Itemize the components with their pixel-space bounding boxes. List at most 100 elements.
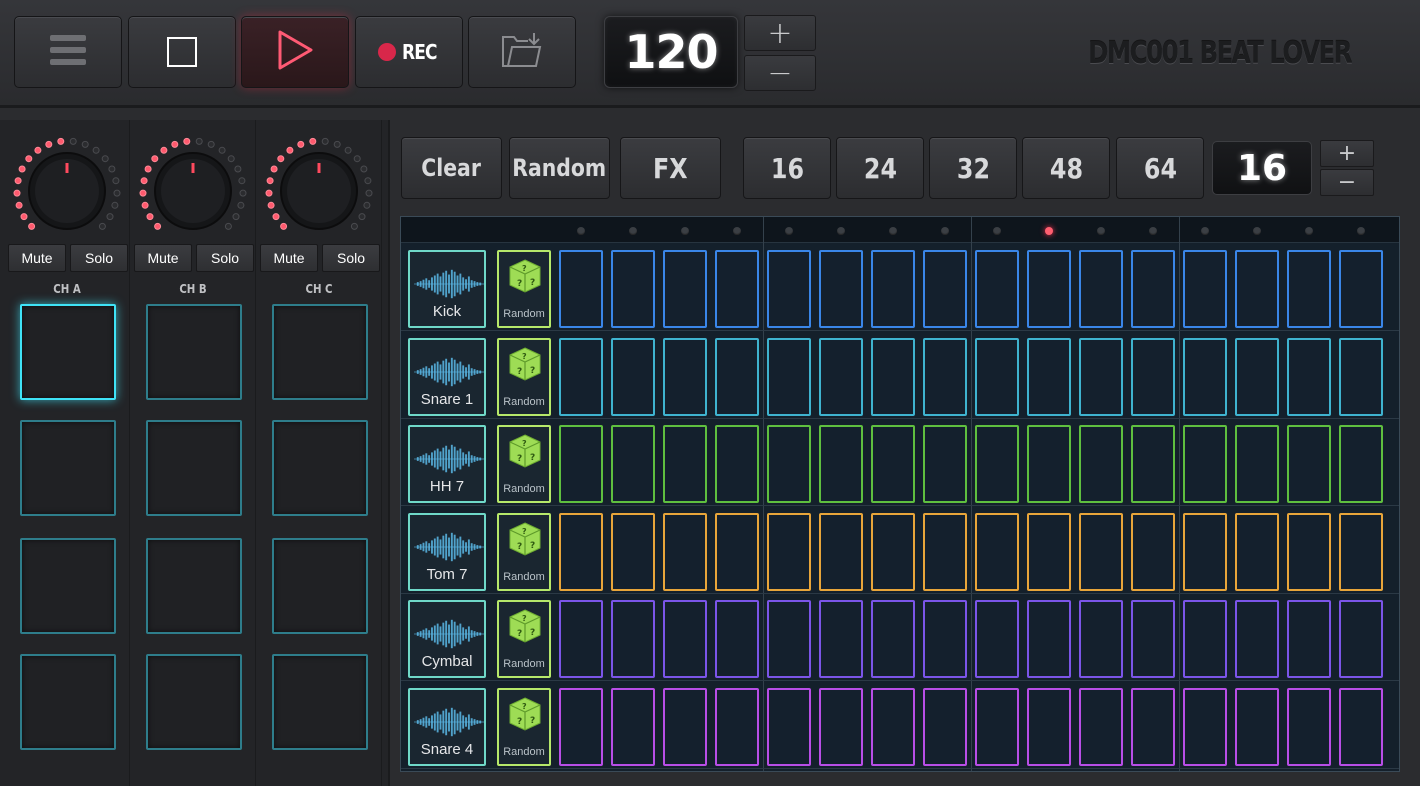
- sound-select-button[interactable]: Tom 7: [408, 512, 486, 591]
- step-cell[interactable]: [1131, 512, 1175, 591]
- step-cell[interactable]: [559, 337, 603, 416]
- mute-button[interactable]: Mute: [134, 244, 192, 272]
- play-button[interactable]: [241, 16, 349, 88]
- sound-select-button[interactable]: Snare 4: [408, 687, 486, 766]
- solo-button[interactable]: Solo: [322, 244, 380, 272]
- menu-button[interactable]: [14, 16, 122, 88]
- step-cell[interactable]: [767, 425, 811, 503]
- step-cell[interactable]: [1183, 512, 1227, 591]
- step-length-48-button[interactable]: 48: [1022, 137, 1110, 199]
- step-cell[interactable]: [923, 600, 967, 678]
- step-cell[interactable]: [1027, 337, 1071, 416]
- step-cell[interactable]: [975, 512, 1019, 591]
- step-cell[interactable]: [819, 337, 863, 416]
- step-cell[interactable]: [767, 337, 811, 416]
- step-length-32-button[interactable]: 32: [929, 137, 1017, 199]
- step-cell[interactable]: [715, 425, 759, 503]
- step-cell[interactable]: [975, 337, 1019, 416]
- drum-pad[interactable]: [20, 654, 116, 750]
- step-cell[interactable]: [1235, 250, 1279, 328]
- step-cell[interactable]: [1287, 600, 1331, 678]
- step-cell[interactable]: [1131, 337, 1175, 416]
- step-cell[interactable]: [663, 687, 707, 766]
- step-cell[interactable]: [871, 687, 915, 766]
- step-cell[interactable]: [715, 337, 759, 416]
- step-cell[interactable]: [923, 512, 967, 591]
- open-folder-button[interactable]: [468, 16, 576, 88]
- solo-button[interactable]: Solo: [70, 244, 128, 272]
- steps-decrease-button[interactable]: −: [1320, 169, 1374, 196]
- step-cell[interactable]: [871, 250, 915, 328]
- step-cell[interactable]: [819, 600, 863, 678]
- step-cell[interactable]: [1131, 425, 1175, 503]
- step-cell[interactable]: [559, 425, 603, 503]
- step-cell[interactable]: [1235, 337, 1279, 416]
- volume-knob[interactable]: [12, 136, 122, 246]
- random-all-button[interactable]: Random: [509, 137, 610, 199]
- step-cell[interactable]: [1235, 687, 1279, 766]
- volume-knob[interactable]: [264, 136, 374, 246]
- step-cell[interactable]: [871, 425, 915, 503]
- step-cell[interactable]: [1131, 600, 1175, 678]
- step-cell[interactable]: [663, 337, 707, 416]
- clear-button[interactable]: Clear: [401, 137, 502, 199]
- step-cell[interactable]: [1079, 512, 1123, 591]
- step-cell[interactable]: [1079, 337, 1123, 416]
- step-cell[interactable]: [1183, 250, 1227, 328]
- step-cell[interactable]: [611, 687, 655, 766]
- step-cell[interactable]: [1183, 425, 1227, 503]
- step-cell[interactable]: [819, 512, 863, 591]
- drum-pad[interactable]: [272, 304, 368, 400]
- track-random-button[interactable]: ? ? ? Random: [497, 425, 551, 503]
- step-cell[interactable]: [923, 337, 967, 416]
- step-cell[interactable]: [871, 337, 915, 416]
- fx-button[interactable]: FX: [620, 137, 721, 199]
- step-cell[interactable]: [767, 250, 811, 328]
- step-cell[interactable]: [1287, 512, 1331, 591]
- step-cell[interactable]: [923, 687, 967, 766]
- step-length-16-button[interactable]: 16: [743, 137, 831, 199]
- step-cell[interactable]: [1339, 512, 1383, 591]
- step-cell[interactable]: [715, 600, 759, 678]
- step-cell[interactable]: [1027, 250, 1071, 328]
- step-cell[interactable]: [1287, 425, 1331, 503]
- step-cell[interactable]: [1079, 600, 1123, 678]
- step-cell[interactable]: [715, 687, 759, 766]
- step-cell[interactable]: [1079, 250, 1123, 328]
- drum-pad[interactable]: [146, 304, 242, 400]
- step-cell[interactable]: [611, 250, 655, 328]
- stop-button[interactable]: [128, 16, 236, 88]
- record-button[interactable]: REC: [355, 16, 463, 88]
- track-random-button[interactable]: ? ? ? Random: [497, 512, 551, 591]
- step-cell[interactable]: [1287, 337, 1331, 416]
- step-cell[interactable]: [559, 600, 603, 678]
- sound-select-button[interactable]: HH 7: [408, 425, 486, 503]
- step-cell[interactable]: [975, 600, 1019, 678]
- step-cell[interactable]: [1183, 687, 1227, 766]
- step-cell[interactable]: [1183, 337, 1227, 416]
- step-cell[interactable]: [767, 600, 811, 678]
- step-cell[interactable]: [767, 687, 811, 766]
- step-cell[interactable]: [663, 250, 707, 328]
- step-cell[interactable]: [975, 687, 1019, 766]
- step-cell[interactable]: [1183, 600, 1227, 678]
- step-cell[interactable]: [559, 687, 603, 766]
- step-cell[interactable]: [819, 250, 863, 328]
- sound-select-button[interactable]: Cymbal: [408, 600, 486, 678]
- step-cell[interactable]: [663, 425, 707, 503]
- step-length-64-button[interactable]: 64: [1116, 137, 1204, 199]
- step-cell[interactable]: [559, 512, 603, 591]
- drum-pad[interactable]: [272, 538, 368, 634]
- drum-pad[interactable]: [146, 654, 242, 750]
- volume-knob[interactable]: [138, 136, 248, 246]
- step-cell[interactable]: [1079, 425, 1123, 503]
- step-cell[interactable]: [1027, 600, 1071, 678]
- tempo-increase-button[interactable]: +: [744, 15, 816, 51]
- drum-pad[interactable]: [272, 654, 368, 750]
- step-cell[interactable]: [715, 250, 759, 328]
- drum-pad[interactable]: [272, 420, 368, 516]
- step-cell[interactable]: [923, 250, 967, 328]
- step-cell[interactable]: [1339, 600, 1383, 678]
- drum-pad[interactable]: [20, 420, 116, 516]
- step-cell[interactable]: [1339, 425, 1383, 503]
